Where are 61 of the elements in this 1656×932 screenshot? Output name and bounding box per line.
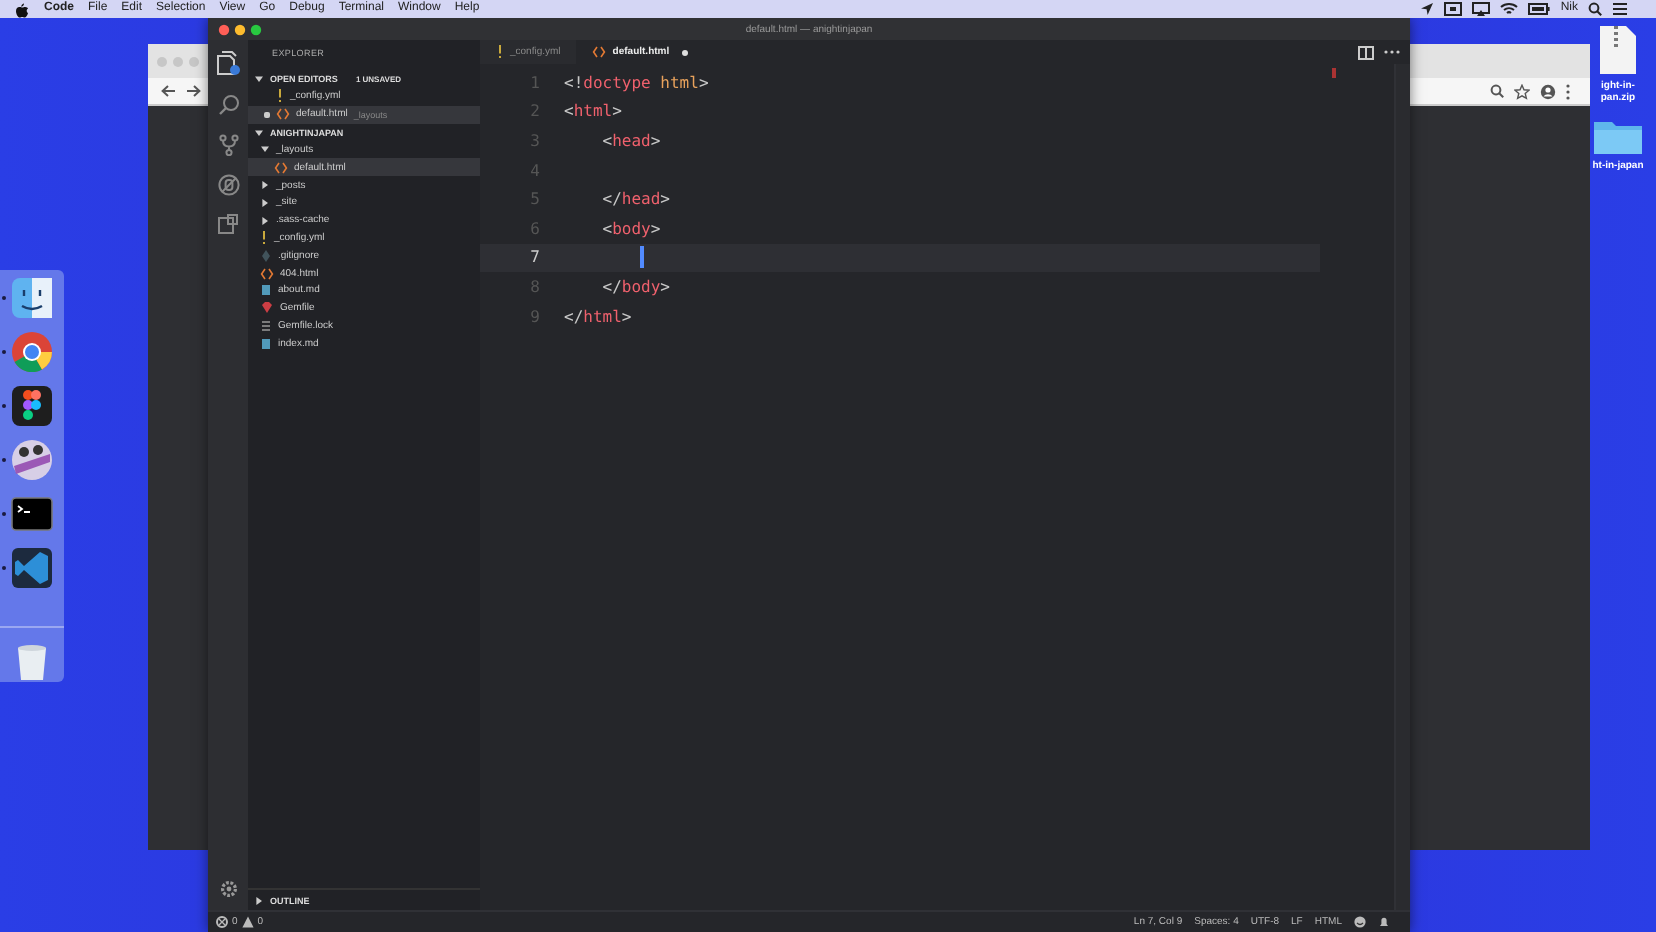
file-icon (260, 335, 272, 352)
angle-brackets-icon (592, 44, 607, 60)
forward-arrow-icon[interactable] (186, 84, 202, 98)
chevron-right-icon[interactable] (260, 215, 270, 226)
chevron-down-icon[interactable] (254, 127, 264, 138)
angle-brackets-icon (276, 106, 290, 123)
profile-icon[interactable] (1540, 83, 1556, 99)
code-line: </head> (600, 190, 670, 209)
code-line: <html> (564, 102, 622, 121)
angle-brackets-icon (260, 265, 274, 282)
circle-icon[interactable] (10, 330, 54, 374)
warning-icon[interactable] (241, 916, 254, 928)
apple-icon[interactable] (14, 1, 28, 17)
code-line: <!doctype html> (564, 73, 709, 92)
exclamation-icon (260, 229, 268, 246)
zoom-icon[interactable] (1490, 84, 1504, 98)
window-controls-icon[interactable] (218, 23, 266, 35)
chevron-right-icon[interactable] (254, 895, 264, 905)
smiley-icon[interactable] (1354, 916, 1366, 928)
code-line: </body> (600, 277, 670, 296)
text-cursor (640, 246, 643, 269)
back-arrow-icon[interactable] (160, 84, 176, 98)
location-icon[interactable] (1420, 2, 1435, 16)
extensions-icon[interactable] (218, 214, 238, 234)
code-line: <body> (600, 219, 661, 238)
files-icon[interactable] (216, 50, 240, 76)
branch-icon[interactable] (217, 134, 239, 156)
diamond-icon (260, 247, 272, 264)
split-editor-icon[interactable] (1358, 45, 1374, 59)
shapes-icon[interactable] (10, 384, 54, 428)
line-number: 7 (528, 248, 540, 267)
bell-icon[interactable] (1378, 916, 1390, 928)
error-icon[interactable] (216, 916, 228, 928)
angle-brackets-icon (274, 159, 288, 176)
dots-icon[interactable] (10, 438, 54, 482)
chevron-right-icon[interactable] (260, 197, 270, 208)
folder-icon (1592, 116, 1644, 156)
chevron-right-icon[interactable] (260, 180, 270, 191)
chevron-down-icon[interactable] (260, 144, 270, 155)
terminal-icon[interactable] (10, 492, 54, 536)
code-line: </html> (564, 307, 632, 326)
modified-marker (1332, 68, 1336, 78)
code-line: <head> (600, 131, 661, 150)
settings-icon[interactable] (219, 880, 237, 898)
lines-icon (260, 317, 272, 334)
star-icon[interactable] (1514, 83, 1530, 99)
list-icon[interactable] (1612, 2, 1628, 16)
zip-file-icon (1598, 24, 1638, 76)
search-icon[interactable] (1588, 2, 1602, 16)
face-icon[interactable] (10, 276, 54, 320)
gem-icon (260, 300, 274, 317)
file-icon (260, 282, 272, 299)
wifi-icon[interactable] (1500, 2, 1519, 16)
battery-icon[interactable] (1528, 2, 1551, 16)
chevron-down-icon[interactable] (254, 74, 264, 84)
ribbon-icon[interactable] (10, 546, 54, 590)
scrollbar[interactable] (1394, 64, 1410, 910)
screen-icon[interactable] (1444, 2, 1463, 16)
exclamation-icon (496, 44, 504, 60)
exclamation-icon (276, 88, 284, 105)
airplay-icon[interactable] (1472, 2, 1491, 16)
